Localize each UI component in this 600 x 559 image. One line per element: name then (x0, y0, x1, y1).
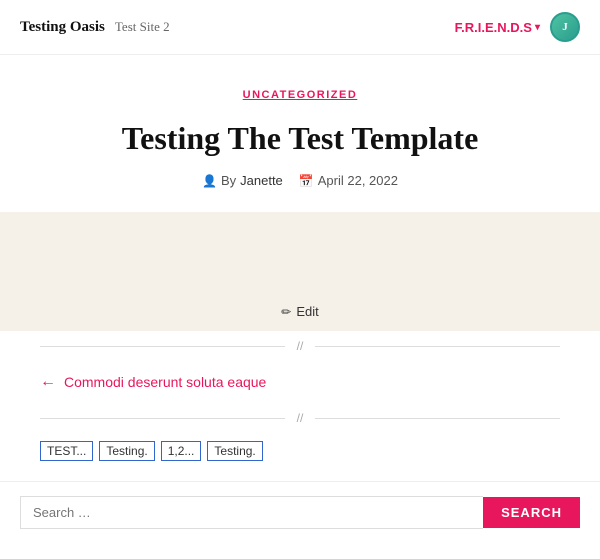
post-meta-author: 👤 By Janette (202, 173, 283, 188)
avatar-initial: J (562, 21, 568, 33)
post-nav: ← Commodi deserunt soluta eaque (40, 361, 560, 403)
tag-list: TEST... Testing. 1,2... Testing. (40, 441, 560, 461)
post-meta: 👤 By Janette 📅 April 22, 2022 (40, 173, 560, 188)
prev-post-link[interactable]: ← Commodi deserunt soluta eaque (40, 373, 560, 391)
site-header: Testing Oasis Test Site 2 F.R.I.E.N.D.S … (0, 0, 600, 55)
category-label[interactable]: UNCATEGORIZED (243, 89, 358, 101)
list-item[interactable]: Testing. (99, 441, 154, 461)
edit-link[interactable]: ✏ Edit (281, 304, 318, 319)
list-item[interactable]: Testing. (207, 441, 262, 461)
search-button[interactable]: SEARCH (483, 497, 580, 528)
divider-text-2: // (285, 403, 316, 433)
edit-label: Edit (296, 304, 318, 319)
divider-text-1: // (285, 331, 316, 361)
divider-line-2: // (40, 403, 560, 433)
author-link[interactable]: Janette (240, 173, 283, 188)
person-icon: 👤 (202, 174, 217, 188)
footer-search: SEARCH (0, 481, 600, 543)
nav-friends-link[interactable]: F.R.I.E.N.D.S ▾ (455, 20, 540, 35)
divider-section: // ← Commodi deserunt soluta eaque // TE… (0, 331, 600, 461)
list-item[interactable]: TEST... (40, 441, 93, 461)
post-title: Testing The Test Template (40, 119, 560, 157)
chevron-down-icon: ▾ (535, 22, 540, 33)
edit-bar: ✏ Edit (0, 292, 600, 331)
edit-icon: ✏ (281, 305, 291, 319)
tags-area: TEST... Testing. 1,2... Testing. (40, 433, 560, 461)
search-input[interactable] (20, 496, 483, 529)
main-content: UNCATEGORIZED Testing The Test Template … (0, 85, 600, 188)
site-title-group: Testing Oasis Test Site 2 (20, 19, 170, 36)
post-category: UNCATEGORIZED (40, 85, 560, 103)
post-date: April 22, 2022 (318, 173, 398, 188)
calendar-icon: 📅 (299, 174, 314, 188)
site-title[interactable]: Testing Oasis (20, 19, 105, 36)
prev-post-label: Commodi deserunt soluta eaque (64, 374, 266, 390)
list-item[interactable]: 1,2... (161, 441, 202, 461)
site-subtitle: Test Site 2 (115, 19, 170, 35)
post-meta-date: 📅 April 22, 2022 (299, 173, 398, 188)
left-arrow-icon: ← (40, 373, 56, 391)
divider-line-1: // (40, 331, 560, 361)
post-content-area (0, 212, 600, 292)
nav-friends-label: F.R.I.E.N.D.S (455, 20, 532, 35)
meta-by: By (221, 173, 236, 188)
avatar[interactable]: J (550, 12, 580, 42)
header-nav: F.R.I.E.N.D.S ▾ J (455, 12, 580, 42)
